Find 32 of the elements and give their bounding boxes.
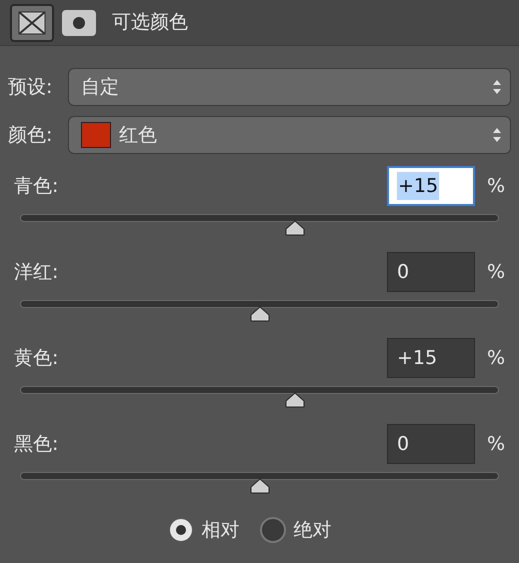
slider-thumb[interactable] <box>250 306 270 322</box>
preset-dropdown[interactable]: 自定 <box>68 68 511 106</box>
percent-unit: % <box>486 260 505 285</box>
layer-mask-icon[interactable] <box>62 10 96 36</box>
updown-icon <box>492 79 502 95</box>
value-field[interactable]: 0 <box>387 252 475 292</box>
value-field[interactable]: +15 <box>387 338 475 378</box>
adjustment-icon[interactable] <box>10 4 54 42</box>
panel-title: 可选颜色 <box>112 10 188 36</box>
slider-track[interactable] <box>20 386 499 394</box>
value-field[interactable]: 0 <box>387 424 475 464</box>
slider-thumb[interactable] <box>250 478 270 494</box>
slider-label: 黑色: <box>14 432 60 457</box>
mode-radio[interactable]: 相对 <box>168 516 240 544</box>
value-field[interactable]: +15 <box>387 166 475 206</box>
color-label: 颜色: <box>8 122 54 148</box>
slider-track[interactable] <box>20 472 499 480</box>
percent-unit: % <box>486 432 505 457</box>
slider-thumb[interactable] <box>285 392 306 408</box>
color-dropdown[interactable]: 红色 <box>68 116 511 154</box>
slider-label: 洋红: <box>14 260 60 285</box>
preset-label: 预设: <box>8 74 54 100</box>
slider-thumb[interactable] <box>285 220 306 236</box>
percent-unit: % <box>486 174 505 199</box>
slider-track[interactable] <box>20 214 499 222</box>
slider-track[interactable] <box>20 300 499 308</box>
mode-radio[interactable]: 绝对 <box>260 516 332 544</box>
updown-icon <box>492 127 502 143</box>
slider-label: 青色: <box>14 174 60 199</box>
slider-label: 黄色: <box>14 346 60 371</box>
percent-unit: % <box>486 346 505 371</box>
radio-icon[interactable] <box>260 517 286 544</box>
